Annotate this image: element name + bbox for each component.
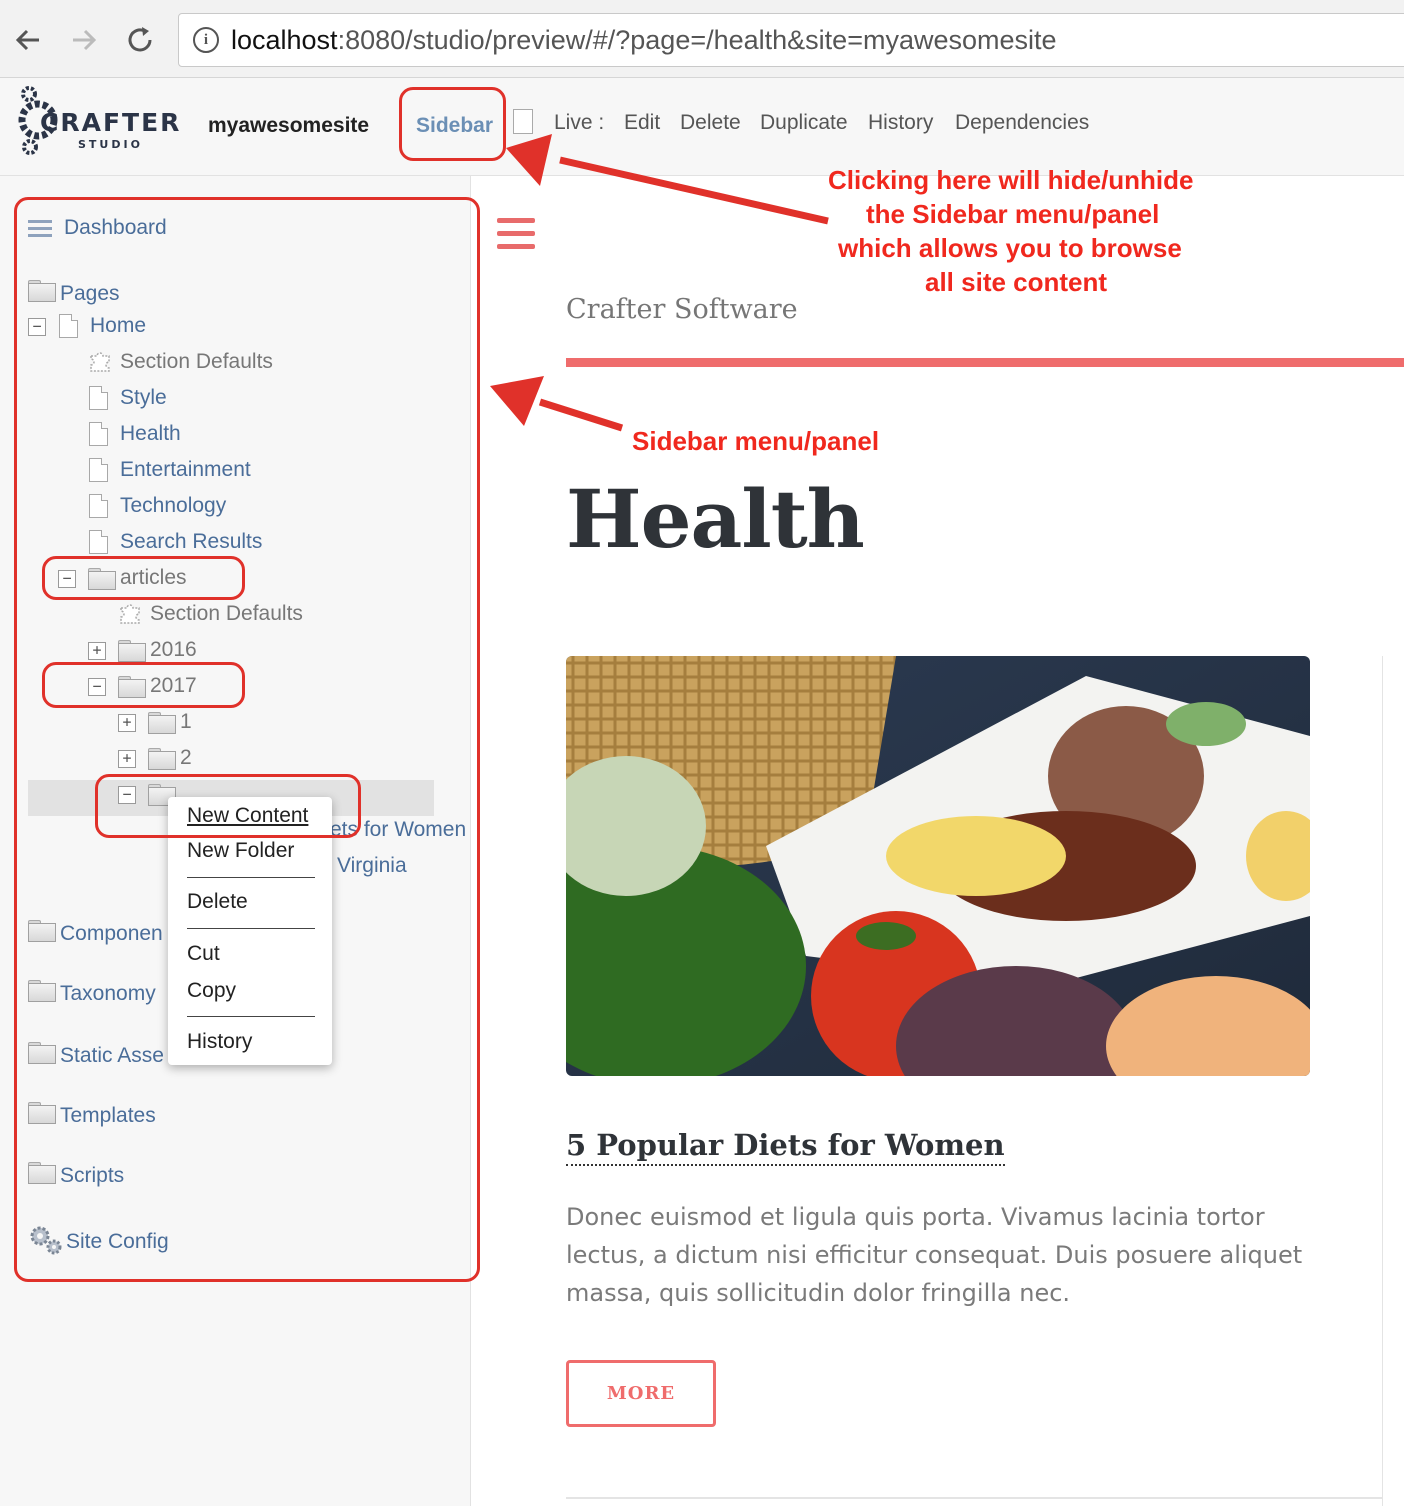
article-image[interactable]	[566, 656, 1310, 1076]
address-bar[interactable]: i localhost:8080/studio/preview/#/?page=…	[178, 13, 1404, 67]
delete-button[interactable]: Delete	[680, 111, 741, 135]
history-button[interactable]: History	[868, 111, 933, 135]
site-brand[interactable]: Crafter Software	[566, 294, 798, 325]
article-divider	[566, 1497, 1382, 1499]
logo-text: CRAFTER	[40, 108, 182, 137]
site-name[interactable]: myawesomesite	[208, 114, 369, 138]
annotation-note-line-2: the Sidebar menu/panel	[866, 199, 1160, 229]
back-icon[interactable]	[8, 20, 48, 60]
url-host: localhost	[231, 24, 338, 55]
live-status: Live :	[554, 111, 605, 134]
header-divider	[566, 358, 1404, 367]
annotation-context-box	[95, 774, 361, 838]
annotation-sidebar-button-box	[399, 87, 506, 161]
annotation-2017-box	[42, 662, 245, 708]
page-title: Health	[566, 472, 865, 566]
article-title-link[interactable]: 5 Popular Diets for Women	[566, 1128, 1005, 1166]
content-divider	[1382, 656, 1383, 1506]
annotation-panel-label: Sidebar menu/panel	[632, 426, 880, 456]
article-summary: Donec euismod et ligula quis porta. Viva…	[566, 1203, 1303, 1307]
url-path: :8080/studio/preview/#/?page=/health&sit…	[337, 24, 1057, 55]
browser-toolbar: i localhost:8080/studio/preview/#/?page=…	[0, 0, 1404, 78]
annotation-sidebar-panel-box	[14, 197, 480, 1282]
logo-subtext: STUDIO	[78, 138, 143, 151]
reload-icon[interactable]	[120, 20, 160, 60]
forward-icon[interactable]	[64, 20, 104, 60]
info-icon[interactable]: i	[193, 27, 219, 53]
annotation-note-line-4: all site content	[925, 267, 1108, 297]
annotation-note-line-1: Clicking here will hide/unhide	[828, 165, 1194, 195]
annotation-note-line-3: which allows you to browse	[838, 233, 1182, 263]
hamburger-menu-icon[interactable]	[497, 218, 535, 250]
more-button[interactable]: MORE	[566, 1360, 716, 1427]
page-icon	[513, 109, 533, 134]
duplicate-button[interactable]: Duplicate	[760, 111, 848, 135]
annotation-articles-box	[42, 556, 245, 600]
crafter-logo[interactable]: CRAFTER STUDIO	[18, 84, 179, 162]
dependencies-button[interactable]: Dependencies	[955, 111, 1089, 135]
edit-button[interactable]: Edit	[624, 111, 660, 135]
studio-toolbar: CRAFTER STUDIO myawesomesite Sidebar Liv…	[0, 78, 1404, 176]
